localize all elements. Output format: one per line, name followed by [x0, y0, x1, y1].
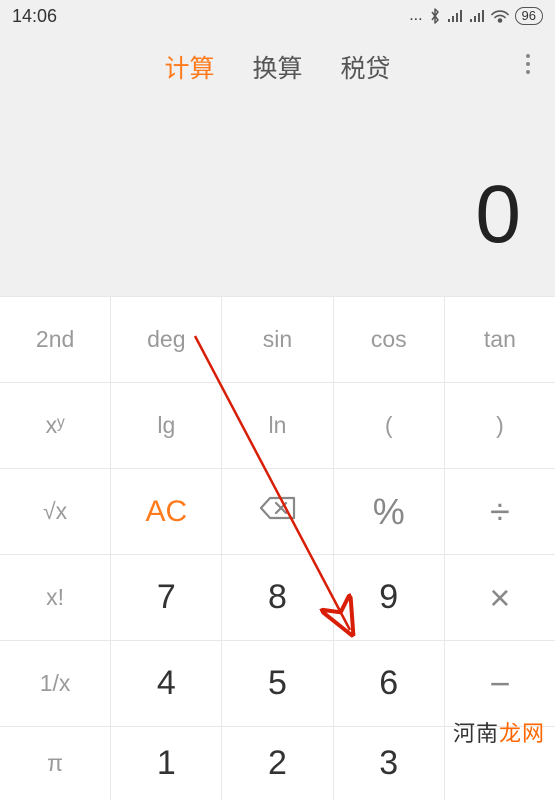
key-ln[interactable]: ln — [222, 383, 333, 468]
watermark-part2: 龙网 — [499, 721, 545, 746]
status-bar: 14:06 ... 96 — [0, 0, 555, 32]
key-1[interactable]: 1 — [111, 727, 222, 800]
key-divide[interactable]: ÷ — [445, 469, 555, 554]
key-reciprocal[interactable]: 1/x — [0, 641, 111, 726]
key-deg[interactable]: deg — [111, 297, 222, 382]
tab-calc[interactable]: 计算 — [164, 49, 214, 85]
more-menu-icon[interactable] — [525, 53, 531, 81]
key-6[interactable]: 6 — [334, 641, 445, 726]
key-xy[interactable]: xʸ — [0, 383, 111, 468]
key-sin[interactable]: sin — [222, 297, 333, 382]
tab-row: 计算 换算 税贷 — [0, 32, 555, 102]
key-factorial[interactable]: x! — [0, 555, 111, 640]
bluetooth-icon — [429, 8, 441, 24]
key-7[interactable]: 7 — [111, 555, 222, 640]
key-ac[interactable]: AC — [111, 469, 222, 554]
backspace-icon — [258, 494, 298, 529]
key-multiply[interactable]: × — [445, 555, 555, 640]
key-backspace[interactable] — [222, 469, 333, 554]
key-percent[interactable]: % — [334, 469, 445, 554]
key-4[interactable]: 4 — [111, 641, 222, 726]
status-time: 14:06 — [12, 6, 57, 27]
watermark: 河南龙网 — [453, 716, 545, 748]
key-9[interactable]: 9 — [334, 555, 445, 640]
tab-convert[interactable]: 换算 — [252, 49, 302, 85]
battery-badge: 96 — [515, 7, 543, 25]
key-3[interactable]: 3 — [334, 727, 445, 800]
key-tan[interactable]: tan — [445, 297, 555, 382]
signal-icon-2 — [469, 9, 485, 23]
key-5[interactable]: 5 — [222, 641, 333, 726]
watermark-part1: 河南 — [453, 721, 499, 746]
key-cos[interactable]: cos — [334, 297, 445, 382]
key-lparen[interactable]: ( — [334, 383, 445, 468]
key-sqrt[interactable]: √x — [0, 469, 111, 554]
display: 0 — [0, 102, 555, 296]
key-pi[interactable]: π — [0, 727, 111, 800]
wifi-icon — [491, 9, 509, 23]
key-minus[interactable]: − — [445, 641, 555, 726]
key-rparen[interactable]: ) — [445, 383, 555, 468]
status-right: ... 96 — [409, 7, 543, 25]
key-lg[interactable]: lg — [111, 383, 222, 468]
key-8[interactable]: 8 — [222, 555, 333, 640]
display-value: 0 — [475, 168, 521, 262]
signal-icon-1 — [447, 9, 463, 23]
key-2[interactable]: 2 — [222, 727, 333, 800]
tab-tax[interactable]: 税贷 — [341, 49, 391, 85]
key-2nd[interactable]: 2nd — [0, 297, 111, 382]
more-dots-icon: ... — [409, 7, 422, 25]
